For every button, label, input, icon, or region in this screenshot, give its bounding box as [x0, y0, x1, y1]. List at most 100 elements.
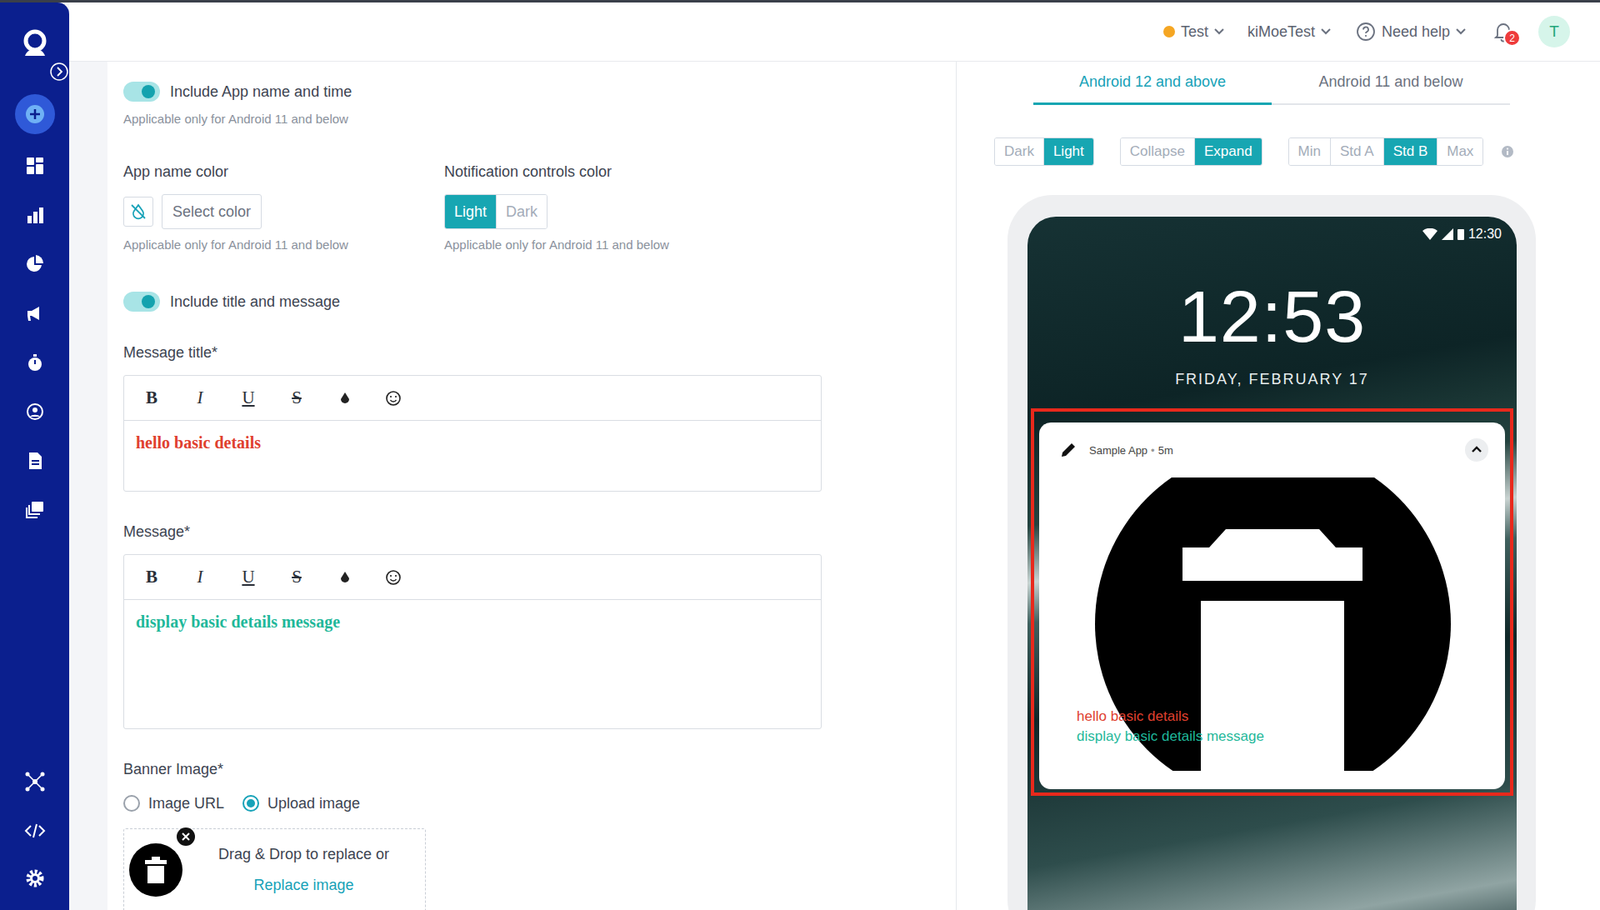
- segment-option[interactable]: Dark: [495, 195, 547, 229]
- preview-toggle-group: MinStd AStd BMax: [1288, 137, 1485, 166]
- chevron-down-icon: [1214, 28, 1225, 35]
- notifications-button[interactable]: 2: [1493, 19, 1515, 45]
- editor-toolbar: BIUS: [124, 375, 821, 421]
- environment-dropdown[interactable]: Test: [1163, 23, 1225, 41]
- trash-icon: [143, 855, 169, 885]
- color-button[interactable]: [320, 390, 370, 406]
- signal-icon: [1441, 228, 1454, 240]
- toggle-switch[interactable]: [123, 81, 160, 102]
- image-upload-box[interactable]: Drag & Drop to replace orReplace image: [123, 828, 426, 910]
- pencil-icon: [1059, 440, 1078, 460]
- replace-image-link[interactable]: Replace image: [253, 876, 354, 895]
- phone-screen: 12:3012:53FRIDAY, FEBRUARY 17Sample App•…: [1027, 216, 1517, 910]
- templates-icon[interactable]: [25, 500, 45, 520]
- workspace-dropdown[interactable]: kiMoeTest: [1247, 23, 1331, 41]
- segment-option[interactable]: Max: [1436, 138, 1483, 165]
- segment-option[interactable]: Std A: [1330, 138, 1384, 165]
- collapse-button[interactable]: [1465, 438, 1489, 462]
- help-dropdown[interactable]: Need help: [1355, 21, 1466, 42]
- bold-button[interactable]: B: [127, 387, 176, 409]
- info-icon[interactable]: [1500, 145, 1515, 159]
- underline-button[interactable]: U: [224, 566, 273, 588]
- uploaded-image-thumbnail: [129, 843, 183, 897]
- toggle-knob: [141, 85, 155, 99]
- radio-button: [123, 795, 140, 812]
- notification-badge: 2: [1503, 29, 1521, 47]
- editor-input[interactable]: hello basic details: [124, 420, 821, 491]
- smiley-icon: [385, 569, 402, 586]
- toggle-switch[interactable]: [123, 291, 160, 312]
- notification-highlight: Sample App•5mhello basic detailsdisplay …: [1030, 408, 1514, 796]
- toggle-row: Include App name and time: [123, 80, 956, 104]
- preview-toggle-group: CollapseExpand: [1120, 137, 1263, 166]
- users-icon[interactable]: [25, 401, 45, 422]
- tab[interactable]: Android 12 and above: [1033, 66, 1272, 105]
- chevron-down-icon: [1455, 28, 1466, 35]
- sidebar: [0, 2, 70, 910]
- editor-input[interactable]: display basic details message: [124, 600, 821, 729]
- segment-option[interactable]: Light: [445, 195, 496, 229]
- no-color-icon: [129, 202, 148, 221]
- tab[interactable]: Android 11 and below: [1271, 66, 1510, 105]
- settings-icon[interactable]: [24, 867, 46, 890]
- code-icon[interactable]: [24, 822, 46, 840]
- content-icon[interactable]: [25, 450, 45, 471]
- flows-icon[interactable]: [25, 352, 45, 373]
- banner-image: hello basic detailsdisplay basic details…: [1039, 477, 1505, 771]
- preview-toggle-group: DarkLight: [994, 137, 1095, 166]
- radio-option[interactable]: Image URL: [123, 793, 225, 814]
- underline-button[interactable]: U: [224, 387, 273, 409]
- help-icon: [1355, 21, 1376, 42]
- user-avatar[interactable]: T: [1538, 15, 1570, 48]
- segment-option[interactable]: Light: [1043, 138, 1094, 165]
- segment-option[interactable]: Dark: [995, 138, 1044, 165]
- status-bar: 12:30: [1027, 225, 1517, 244]
- segment-option[interactable]: Std B: [1383, 138, 1438, 165]
- segment-option[interactable]: Collapse: [1120, 138, 1195, 165]
- toggle-row: Include title and message: [123, 290, 956, 314]
- italic-button[interactable]: I: [175, 387, 225, 409]
- analytics-icon[interactable]: [25, 205, 45, 225]
- controls-color-toggle: LightDark: [444, 194, 548, 230]
- toggle-knob: [141, 295, 155, 309]
- platform-tabs: Android 12 and aboveAndroid 11 and below: [1033, 61, 1510, 105]
- campaigns-icon[interactable]: [25, 303, 45, 324]
- segment-option[interactable]: Expand: [1194, 138, 1262, 165]
- radio-option[interactable]: Upload image: [242, 793, 360, 814]
- phone-preview: 12:3012:53FRIDAY, FEBRUARY 17Sample App•…: [1007, 195, 1536, 910]
- plus-icon[interactable]: [15, 94, 55, 135]
- rich-text-editor: BIUShello basic details: [123, 375, 822, 492]
- segments-icon[interactable]: [25, 254, 45, 275]
- drop-icon: [339, 570, 351, 585]
- rich-text-editor: BIUSdisplay basic details message: [123, 554, 822, 730]
- chevron-down-icon: [1320, 28, 1331, 35]
- remove-image-button[interactable]: [176, 827, 195, 846]
- wifi-icon: [1422, 228, 1438, 240]
- integrations-icon[interactable]: [24, 770, 46, 793]
- radio-button: [242, 795, 260, 812]
- form-panel: Include App name and timeApplicable only…: [107, 61, 957, 910]
- select-color-button[interactable]: Select color: [161, 194, 262, 230]
- expand-icon[interactable]: [49, 61, 70, 82]
- color-button[interactable]: [320, 570, 370, 585]
- smiley-icon: [385, 390, 402, 407]
- segment-option[interactable]: Min: [1289, 138, 1330, 165]
- strikethrough-button[interactable]: S: [272, 566, 321, 588]
- italic-button[interactable]: I: [175, 566, 225, 588]
- close-icon: [181, 832, 190, 841]
- logo-icon[interactable]: [18, 25, 52, 60]
- drop-icon: [339, 390, 351, 406]
- emoji-button[interactable]: [369, 569, 418, 586]
- battery-icon: [1457, 228, 1465, 240]
- strikethrough-button[interactable]: S: [272, 387, 321, 409]
- emoji-button[interactable]: [369, 390, 418, 407]
- top-bar: Test kiMoeTest Need help 2T: [69, 2, 1600, 62]
- no-color-swatch[interactable]: [123, 196, 154, 227]
- notification-card: Sample App•5mhello basic detailsdisplay …: [1039, 422, 1505, 790]
- bold-button[interactable]: B: [127, 566, 176, 588]
- dashboard-icon[interactable]: [25, 155, 45, 176]
- environment-dot: [1163, 25, 1175, 38]
- editor-toolbar: BIUS: [124, 555, 821, 600]
- preview-panel: Android 12 and aboveAndroid 11 and below…: [956, 61, 1600, 910]
- radio-dot: [246, 799, 255, 808]
